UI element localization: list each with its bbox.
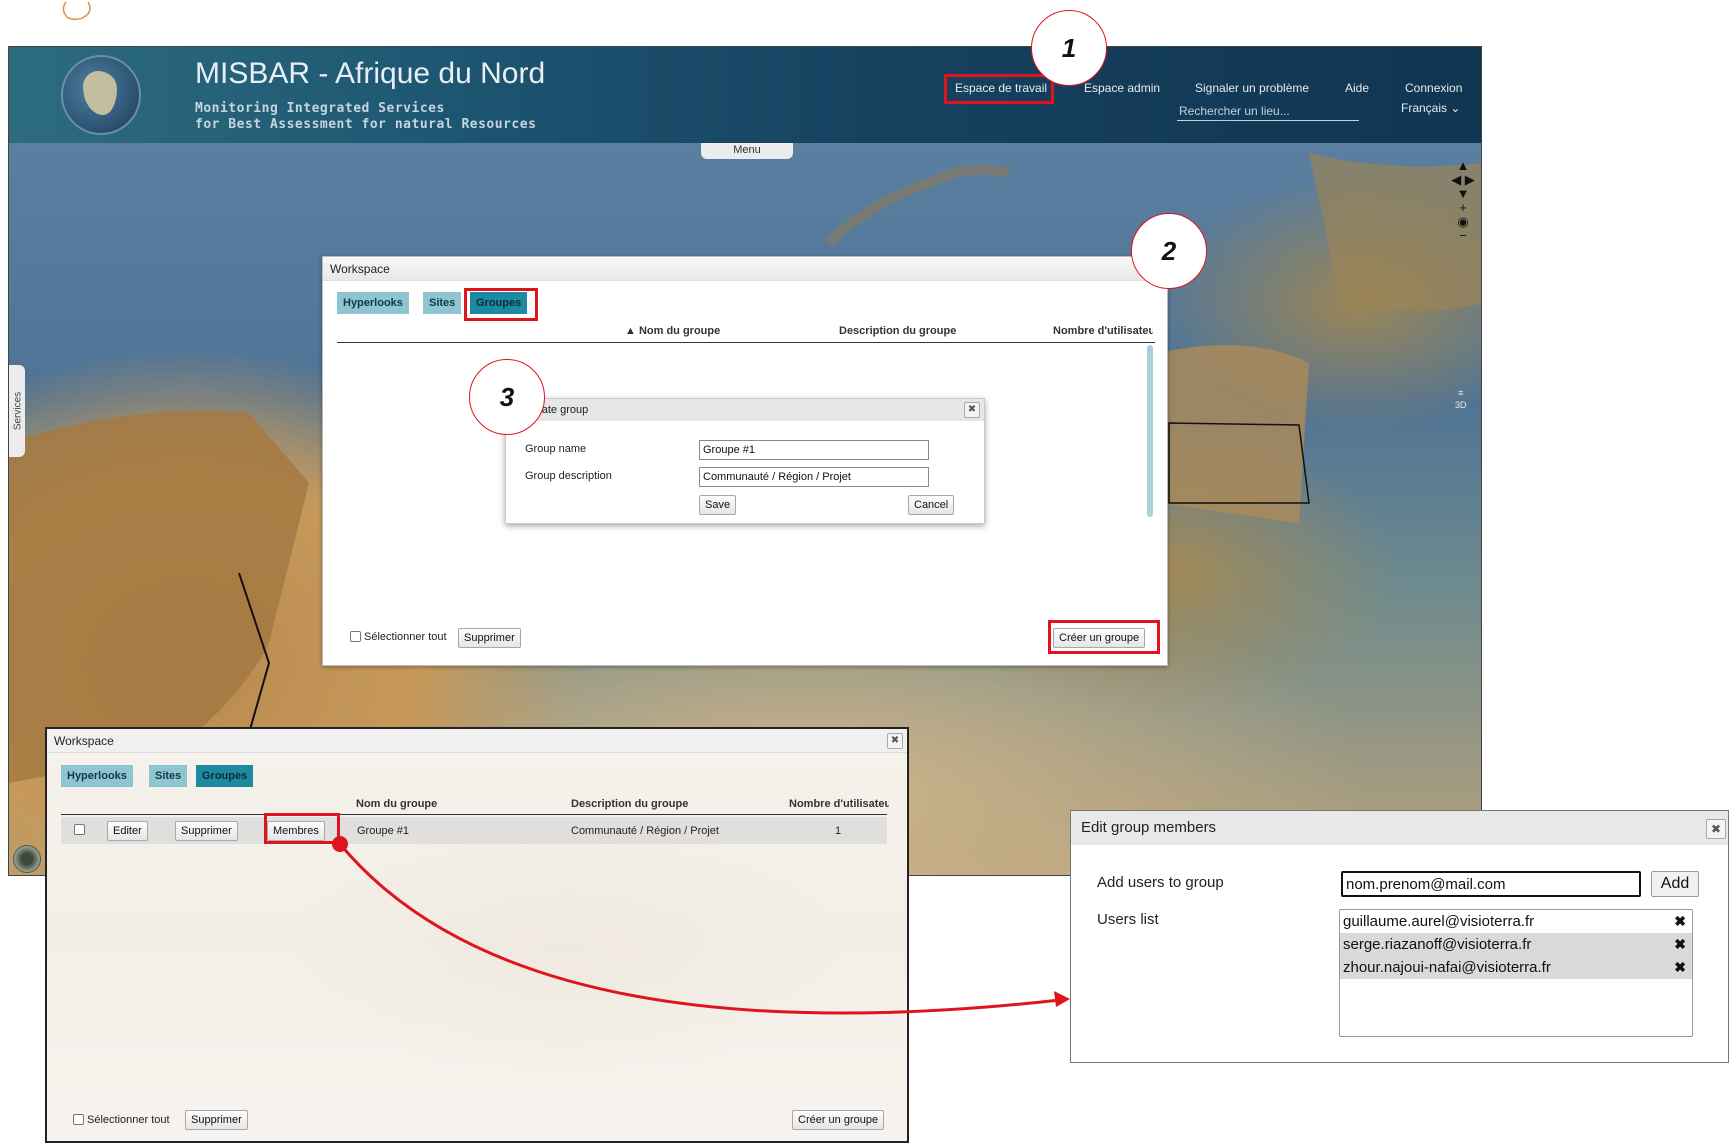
decorative-sketch [62,1,91,21]
globe-icon[interactable]: ◉ [1449,215,1477,229]
delete-button[interactable]: Supprimer [458,628,521,648]
header-divider [61,814,887,815]
zoom-in-icon[interactable]: + [1449,201,1477,215]
step-marker-3: 3 [469,359,545,435]
add-users-label: Add users to group [1097,874,1224,891]
3d-toggle[interactable]: 3D [1455,399,1467,411]
menu-toggle[interactable]: Menu [701,143,793,159]
place-search-input[interactable] [1177,101,1359,121]
scrollbar[interactable] [1147,345,1153,517]
column-user-count[interactable]: Nombre d'utilisateu [1053,325,1153,337]
pan-left-right-icon[interactable]: ◀ ▶ [1449,173,1477,187]
nav-login[interactable]: Connexion [1405,81,1462,95]
nav-admin[interactable]: Espace admin [1084,81,1160,95]
app-header: MISBAR - Afrique du Nord Monitoring Inte… [9,47,1481,143]
highlight-create-group [1048,620,1160,654]
tab-sites[interactable]: Sites [149,765,188,787]
pan-up-icon[interactable]: ▲ [1449,159,1477,173]
column-group-description[interactable]: Description du groupe [571,798,688,810]
row-group-description: Communauté / Région / Projet [571,825,719,837]
nav-help[interactable]: Aide [1345,81,1369,95]
row-user-count: 1 [835,825,842,837]
app-title: MISBAR - Afrique du Nord [195,57,546,90]
select-all-label: Sélectionner tout [87,1114,170,1126]
row-group-name: Groupe #1 [357,825,409,837]
zoom-out-icon[interactable]: − [1449,229,1477,243]
layer-controls[interactable]: ≡ 3D [1455,387,1467,411]
step-marker-2: 2 [1131,213,1207,289]
eye-icon[interactable] [13,845,41,873]
list-item[interactable]: guillaume.aurel@visioterra.fr ✖ [1340,910,1692,933]
map-nav-controls[interactable]: ▲ ◀ ▶ ▼ + ◉ − [1449,159,1477,255]
email-field[interactable] [1341,871,1641,897]
tab-groupes[interactable]: Groupes [196,765,254,787]
step-marker-1: 1 [1031,10,1107,86]
highlight-members-button [264,813,340,844]
tab-sites[interactable]: Sites [423,292,462,314]
header-divider [337,342,1155,343]
list-item[interactable]: serge.riazanoff@visioterra.fr ✖ [1340,933,1692,956]
users-list[interactable]: guillaume.aurel@visioterra.fr ✖ serge.ri… [1339,909,1693,1037]
group-name-field[interactable] [699,440,929,460]
add-user-button[interactable]: Add [1651,871,1699,897]
tab-hyperlooks[interactable]: Hyperlooks [337,292,409,314]
workspace-window-list: Workspace ✖ Hyperlooks Sites Groupes Nom… [45,727,909,1143]
create-group-button[interactable]: Créer un groupe [792,1110,885,1130]
save-button[interactable]: Save [699,495,737,515]
dialog-title: Edit group members [1071,811,1728,845]
column-group-description[interactable]: Description du groupe [839,325,956,337]
group-name-label: Group name [525,443,587,455]
column-user-count[interactable]: Nombre d'utilisateu [789,798,889,810]
select-all-checkbox[interactable] [73,1114,84,1125]
dialog-title: Create group [506,399,984,421]
close-icon[interactable]: ✖ [887,733,903,749]
users-list-label: Users list [1097,911,1159,928]
highlight-groupes-tab [464,288,538,321]
workspace-title: Workspace [47,729,907,753]
remove-user-icon[interactable]: ✖ [1674,910,1686,933]
app-subtitle: Monitoring Integrated Services for Best … [195,101,537,132]
column-group-name[interactable]: Nom du groupe [356,798,437,810]
layers-icon[interactable]: ≡ [1455,387,1467,399]
pan-down-icon[interactable]: ▼ [1449,187,1477,201]
language-select[interactable]: Français ⌄ [1401,101,1460,115]
close-icon[interactable]: ✖ [1706,819,1726,839]
cancel-button[interactable]: Cancel [908,495,955,515]
select-all-checkbox[interactable] [350,631,361,642]
workspace-title: Workspace [323,257,1167,281]
remove-user-icon[interactable]: ✖ [1674,933,1686,956]
edit-button[interactable]: Editer [107,821,148,841]
services-panel-toggle[interactable]: Services [9,365,25,457]
row-delete-button[interactable]: Supprimer [175,821,238,841]
list-item[interactable]: zhour.najoui-nafai@visioterra.fr ✖ [1340,956,1692,979]
misbar-logo [61,55,141,135]
nav-report-problem[interactable]: Signaler un problème [1195,81,1309,95]
remove-user-icon[interactable]: ✖ [1674,956,1686,979]
row-checkbox[interactable] [74,824,85,835]
select-all-label: Sélectionner tout [364,631,447,643]
close-icon[interactable]: ✖ [964,402,980,418]
tab-hyperlooks[interactable]: Hyperlooks [61,765,133,787]
delete-button[interactable]: Supprimer [185,1110,248,1130]
group-description-field[interactable] [699,467,929,487]
highlight-workspace-link [944,74,1054,104]
create-group-dialog: Create group ✖ Group name Group descript… [505,398,985,524]
edit-group-members-dialog: Edit group members ✖ Add users to group … [1070,810,1729,1063]
column-group-name[interactable]: ▲ Nom du groupe [625,325,720,337]
group-description-label: Group description [525,470,612,482]
